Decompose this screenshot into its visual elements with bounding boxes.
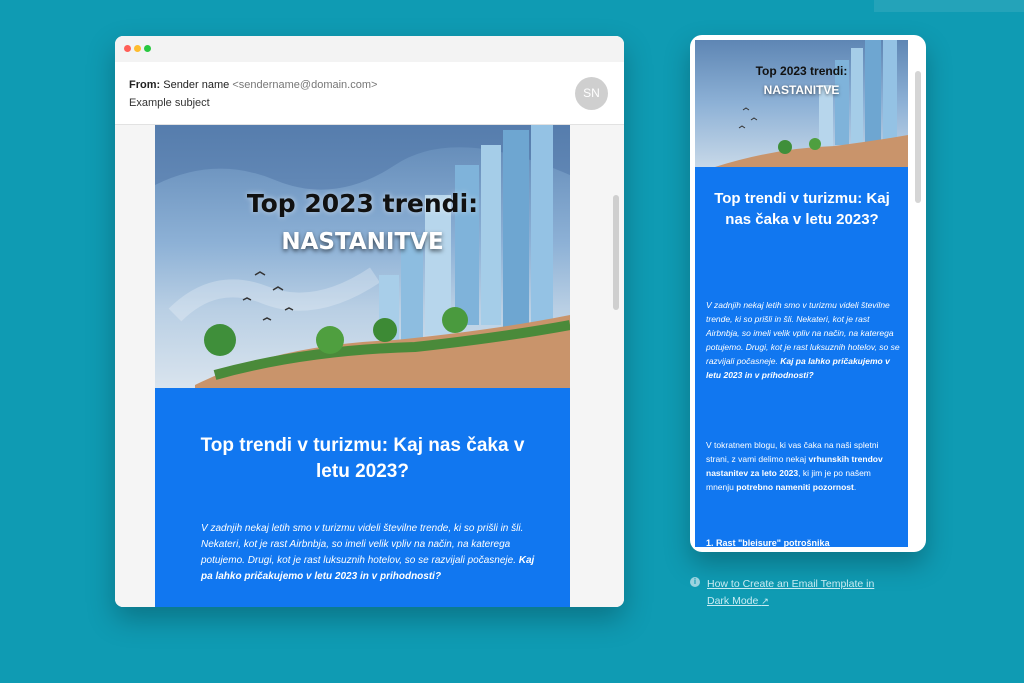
external-link-icon: ↗ [761, 596, 769, 606]
mobile-para2-e: . [853, 482, 857, 492]
mobile-hero-image: Top 2023 trendi: NASTANITVE [695, 40, 908, 167]
email-header: From: Sender name <sendername@domain.com… [115, 62, 624, 125]
mobile-email-preview: Top 2023 trendi: NASTANITVE Top trendi v… [690, 35, 926, 552]
hero-image: Top 2023 trendi: NASTANITVE [155, 125, 570, 388]
mobile-hero-title-line2: NASTANITVE [763, 83, 840, 97]
article-intro: V zadnjih nekaj letih smo v turizmu vide… [201, 521, 536, 585]
mobile-scrollbar-thumb[interactable] [915, 71, 921, 203]
hero-title-line2: NASTANITVE [281, 229, 444, 255]
mobile-hero-title-line1: Top 2023 trendi: [755, 64, 848, 78]
hero-title-line1: Top 2023 trendi: [246, 189, 479, 218]
help-link-text[interactable]: How to Create an Email Template in Dark … [707, 576, 892, 610]
top-strip [874, 0, 1024, 12]
from-line: From: Sender name <sendername@domain.com… [129, 79, 377, 91]
mobile-content: Top 2023 trendi: NASTANITVE Top trendi v… [695, 40, 908, 547]
from-label: From: [129, 79, 161, 91]
mobile-paragraph-1: V zadnjih nekaj letih smo v turizmu vide… [706, 298, 901, 382]
close-window-dot[interactable] [124, 45, 131, 52]
desktop-email-preview: From: Sender name <sendername@domain.com… [115, 36, 624, 607]
mobile-section-heading: 1. Rast "bleisure" potrošnika [706, 538, 830, 547]
avatar: SN [575, 77, 608, 110]
subject-line: Example subject [129, 97, 210, 109]
maximize-window-dot[interactable] [144, 45, 151, 52]
city-illustration [155, 125, 570, 388]
sender-email: <sendername@domain.com> [232, 79, 378, 91]
sender-name: Sender name [163, 79, 230, 91]
mobile-paragraph-2: V tokratnem blogu, ki vas čaka na naši s… [706, 438, 901, 494]
window-titlebar [115, 36, 624, 62]
mobile-article-title: Top trendi v turizmu: Kaj nas čaka v let… [714, 190, 890, 228]
intro-text: V zadnjih nekaj letih smo v turizmu vide… [201, 523, 524, 566]
email-content-column: Top 2023 trendi: NASTANITVE Top trendi v… [155, 125, 570, 607]
mobile-city-illustration [715, 40, 908, 167]
minimize-window-dot[interactable] [134, 45, 141, 52]
article-title: Top trendi v turizmu: Kaj nas čaka v let… [200, 435, 525, 482]
help-link-label[interactable]: How to Create an Email Template in Dark … [707, 578, 874, 607]
info-icon: i [690, 577, 700, 587]
mobile-para2-d: potrebno nameniti pozornost [736, 482, 854, 492]
scrollbar-thumb[interactable] [613, 195, 619, 310]
email-body: Top 2023 trendi: NASTANITVE Top trendi v… [115, 125, 624, 607]
